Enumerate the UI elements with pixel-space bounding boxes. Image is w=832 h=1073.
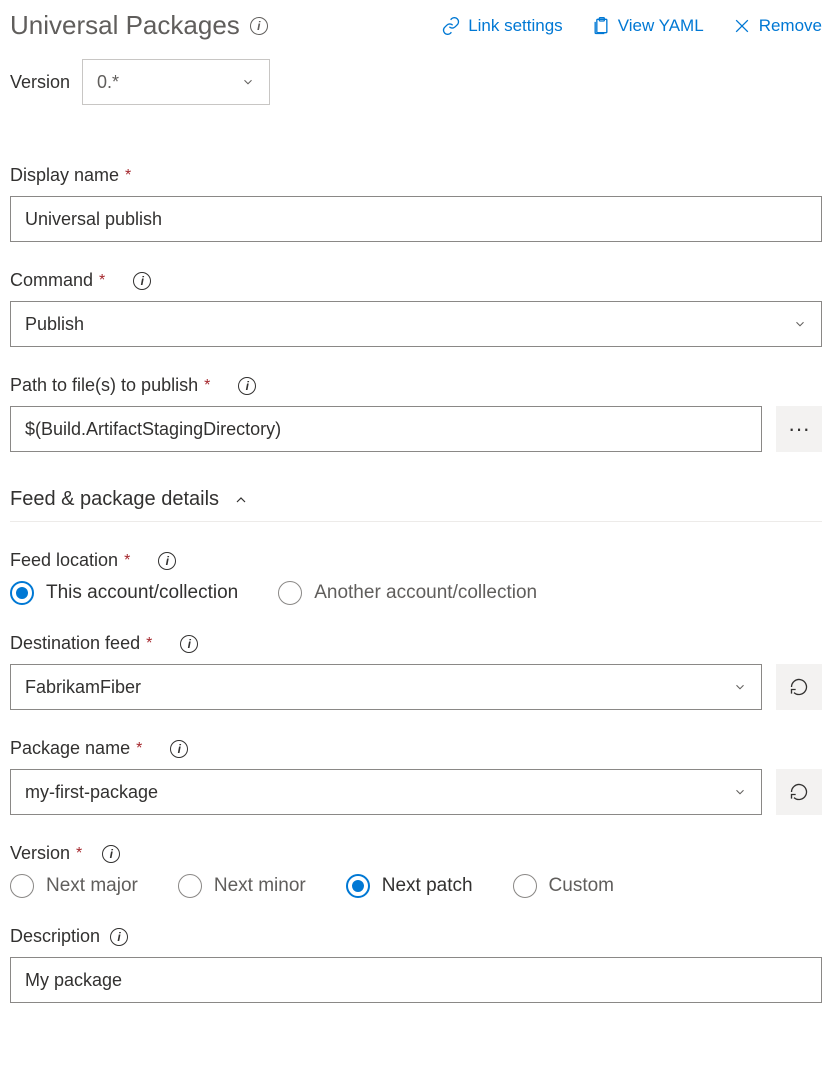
info-icon[interactable]: i bbox=[158, 552, 176, 570]
chevron-down-icon bbox=[733, 680, 747, 694]
path-label: Path to file(s) to publish bbox=[10, 375, 198, 396]
view-yaml-label: View YAML bbox=[618, 16, 704, 36]
version-label: Version bbox=[10, 843, 70, 864]
radio-label: Next minor bbox=[214, 875, 306, 897]
command-label: Command bbox=[10, 270, 93, 291]
version-radio-patch[interactable]: Next patch bbox=[346, 874, 473, 898]
destination-feed-label: Destination feed bbox=[10, 633, 140, 654]
remove-label: Remove bbox=[759, 16, 822, 36]
remove-button[interactable]: Remove bbox=[732, 16, 822, 36]
required-indicator: * bbox=[125, 167, 131, 185]
info-icon[interactable]: i bbox=[110, 928, 128, 946]
radio-label: Next patch bbox=[382, 875, 473, 897]
version-select-value: 0.* bbox=[97, 72, 119, 93]
link-settings-label: Link settings bbox=[468, 16, 563, 36]
link-icon bbox=[441, 16, 461, 36]
task-header: Universal Packages i Link settings View … bbox=[10, 10, 822, 41]
chevron-down-icon bbox=[793, 317, 807, 331]
info-icon[interactable]: i bbox=[180, 635, 198, 653]
version-radio-minor[interactable]: Next minor bbox=[178, 874, 306, 898]
command-select-value: Publish bbox=[25, 314, 84, 335]
path-field: Path to file(s) to publish * i ··· bbox=[10, 375, 822, 452]
description-label: Description bbox=[10, 926, 100, 947]
display-name-label: Display name bbox=[10, 165, 119, 186]
package-name-field: Package name * i my-first-package bbox=[10, 738, 822, 815]
chevron-down-icon bbox=[733, 785, 747, 799]
feed-location-label: Feed location bbox=[10, 550, 118, 571]
command-field: Command * i Publish bbox=[10, 270, 822, 347]
radio-icon bbox=[346, 874, 370, 898]
radio-label: This account/collection bbox=[46, 582, 238, 604]
feed-section-header[interactable]: Feed & package details bbox=[10, 480, 822, 522]
close-icon bbox=[732, 16, 752, 36]
header-actions: Link settings View YAML Remove bbox=[441, 16, 822, 36]
required-indicator: * bbox=[99, 272, 105, 290]
version-row: Version 0.* bbox=[10, 59, 822, 105]
destination-feed-select[interactable]: FabrikamFiber bbox=[10, 664, 762, 710]
required-indicator: * bbox=[136, 740, 142, 758]
radio-icon bbox=[10, 581, 34, 605]
feed-location-radio-another[interactable]: Another account/collection bbox=[278, 581, 537, 605]
info-icon[interactable]: i bbox=[238, 377, 256, 395]
browse-button[interactable]: ··· bbox=[776, 406, 822, 452]
package-name-label: Package name bbox=[10, 738, 130, 759]
version-label: Version bbox=[10, 72, 70, 93]
task-title: Universal Packages bbox=[10, 10, 240, 41]
clipboard-icon bbox=[591, 16, 611, 36]
description-input[interactable] bbox=[10, 957, 822, 1003]
info-icon[interactable]: i bbox=[102, 845, 120, 863]
feed-location-field: Feed location * i This account/collectio… bbox=[10, 550, 822, 605]
radio-icon bbox=[10, 874, 34, 898]
refresh-icon bbox=[789, 677, 809, 697]
radio-icon bbox=[278, 581, 302, 605]
version-field: Version * i Next major Next minor Next p… bbox=[10, 843, 822, 898]
info-icon[interactable]: i bbox=[133, 272, 151, 290]
refresh-button[interactable] bbox=[776, 769, 822, 815]
destination-feed-value: FabrikamFiber bbox=[25, 677, 141, 698]
required-indicator: * bbox=[204, 377, 210, 395]
section-title: Feed & package details bbox=[10, 488, 219, 511]
radio-icon bbox=[513, 874, 537, 898]
link-settings-button[interactable]: Link settings bbox=[441, 16, 563, 36]
info-icon[interactable]: i bbox=[170, 740, 188, 758]
description-field: Description i bbox=[10, 926, 822, 1003]
radio-label: Custom bbox=[549, 875, 614, 897]
chevron-up-icon bbox=[233, 492, 249, 508]
view-yaml-button[interactable]: View YAML bbox=[591, 16, 704, 36]
display-name-input[interactable] bbox=[10, 196, 822, 242]
package-name-select[interactable]: my-first-package bbox=[10, 769, 762, 815]
radio-label: Next major bbox=[46, 875, 138, 897]
version-radio-custom[interactable]: Custom bbox=[513, 874, 614, 898]
chevron-down-icon bbox=[241, 75, 255, 89]
destination-feed-field: Destination feed * i FabrikamFiber bbox=[10, 633, 822, 710]
refresh-icon bbox=[789, 782, 809, 802]
required-indicator: * bbox=[76, 845, 82, 863]
radio-icon bbox=[178, 874, 202, 898]
version-radio-major[interactable]: Next major bbox=[10, 874, 138, 898]
required-indicator: * bbox=[124, 552, 130, 570]
ellipsis-icon: ··· bbox=[788, 416, 810, 442]
info-icon[interactable]: i bbox=[250, 17, 268, 35]
feed-location-radio-this[interactable]: This account/collection bbox=[10, 581, 238, 605]
package-name-value: my-first-package bbox=[25, 782, 158, 803]
required-indicator: * bbox=[146, 635, 152, 653]
display-name-field: Display name * bbox=[10, 165, 822, 242]
version-select[interactable]: 0.* bbox=[82, 59, 270, 105]
radio-label: Another account/collection bbox=[314, 582, 537, 604]
refresh-button[interactable] bbox=[776, 664, 822, 710]
command-select[interactable]: Publish bbox=[10, 301, 822, 347]
path-input[interactable] bbox=[10, 406, 762, 452]
